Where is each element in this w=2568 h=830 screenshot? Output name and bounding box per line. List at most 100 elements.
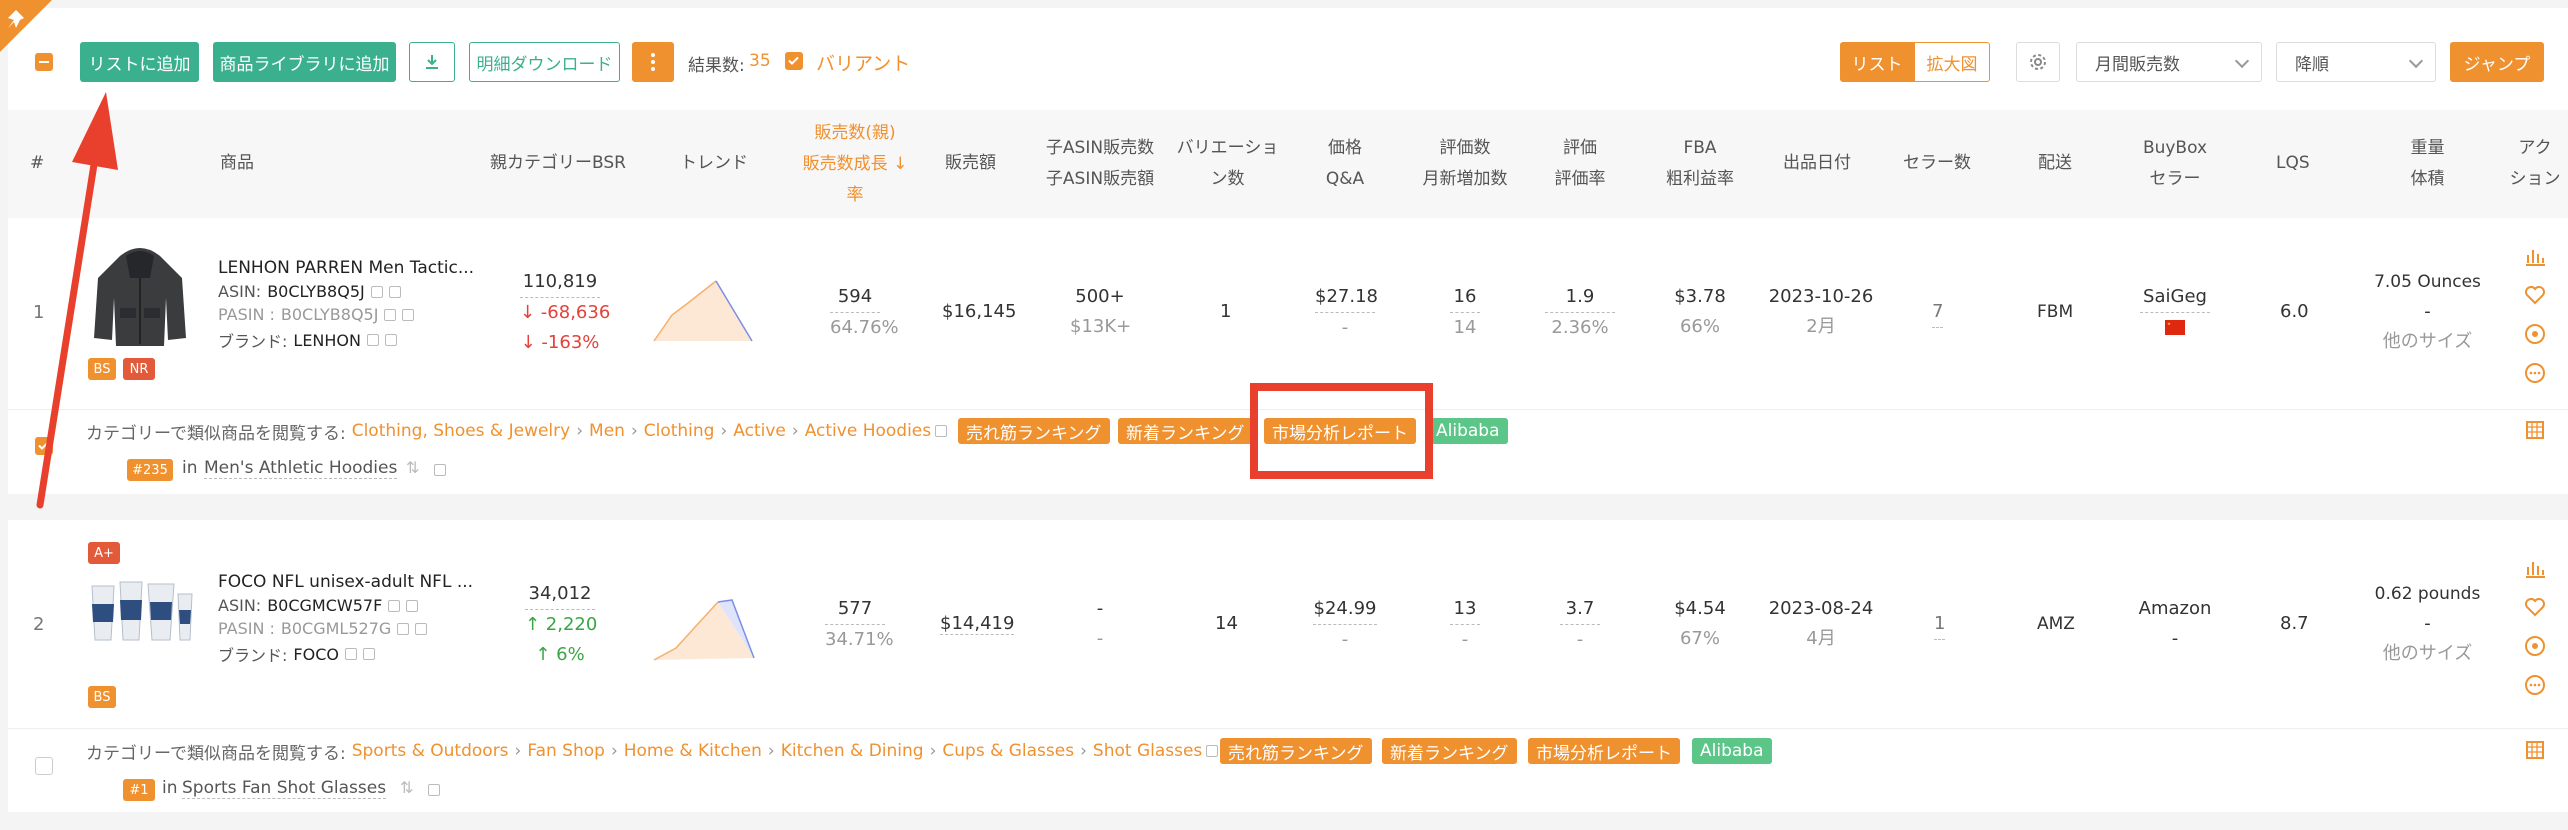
sort-toggle-icon[interactable]: ⇅ <box>406 458 419 477</box>
sort-field-select[interactable]: 月間販売数 <box>2076 42 2262 82</box>
row-checkbox[interactable] <box>35 757 53 775</box>
breadcrumb-link[interactable]: Clothing, Shoes & Jewelry <box>352 421 571 441</box>
breadcrumb-link[interactable]: Cups & Glasses <box>942 741 1074 761</box>
pasin-value[interactable]: B0CGML527G <box>281 619 391 638</box>
col-date[interactable]: 出品日付 <box>1783 148 1851 179</box>
download-button[interactable] <box>409 42 455 82</box>
copy-icon[interactable] <box>370 285 383 298</box>
breadcrumb-link[interactable]: Men <box>589 421 625 441</box>
breadcrumb-link[interactable]: Home & Kitchen <box>624 741 762 761</box>
col-lqs[interactable]: LQS <box>2276 148 2310 179</box>
col-price[interactable]: 価格 Q&A <box>1300 133 1390 195</box>
more-icon[interactable] <box>2524 362 2546 384</box>
select-all-checkbox[interactable] <box>35 53 53 71</box>
breadcrumb-link[interactable]: Clothing <box>644 421 715 441</box>
breadcrumb-link[interactable]: Kitchen & Dining <box>781 741 924 761</box>
alibaba-tag[interactable]: Alibaba <box>1692 738 1772 764</box>
asin-value[interactable]: B0CLYB8Q5J <box>267 282 365 301</box>
gear-icon <box>2030 54 2046 70</box>
share-icon[interactable] <box>2524 635 2546 657</box>
product-title[interactable]: FOCO NFL unisex-adult NFL ... <box>218 572 473 592</box>
breadcrumb-link[interactable]: Shot Glasses <box>1093 741 1202 761</box>
brand-value[interactable]: FOCO <box>293 645 339 664</box>
share-icon[interactable] <box>2524 323 2546 345</box>
col-variations[interactable]: バリエーショ ン数 <box>1170 133 1285 195</box>
external-link-icon[interactable] <box>406 599 419 612</box>
view-list-tab[interactable]: リスト <box>1840 42 1914 82</box>
col-bsr[interactable]: 親カテゴリーBSR <box>490 148 626 179</box>
col-sales[interactable]: 販売数(親) 販売数成長 ↓ 率 <box>790 118 920 211</box>
copy-icon[interactable] <box>367 334 379 346</box>
trend-chart[interactable] <box>652 275 754 345</box>
external-link-icon[interactable] <box>402 308 415 321</box>
more-icon[interactable] <box>2524 674 2546 696</box>
table-icon[interactable] <box>2524 419 2546 441</box>
variations-cell[interactable]: 1 <box>1220 297 1231 327</box>
table-icon[interactable] <box>2524 739 2546 761</box>
bestseller-ranking-tag[interactable]: 売れ筋ランキング <box>958 418 1110 444</box>
bsr-cell: 34,012 ↑ 2,220 ↑ 6% <box>525 579 597 670</box>
product-image[interactable] <box>86 574 194 644</box>
detail-download-button[interactable]: 明細ダウンロード <box>469 42 620 82</box>
col-rating[interactable]: 評価 評価率 <box>1540 133 1620 195</box>
row-checkbox[interactable] <box>35 437 53 455</box>
more-menu-button[interactable] <box>632 42 674 82</box>
breadcrumb-link[interactable]: Active Hoodies <box>805 421 931 441</box>
col-reviews[interactable]: 評価数 月新増加数 <box>1410 133 1520 195</box>
sellers-cell[interactable]: 1 <box>1934 609 1946 640</box>
col-weight[interactable]: 重量 体積 <box>2380 133 2475 195</box>
variations-cell[interactable]: 14 <box>1215 609 1238 639</box>
copy-icon[interactable] <box>384 308 397 321</box>
pin-icon[interactable] <box>0 0 52 52</box>
sort-toggle-icon[interactable]: ⇅ <box>400 778 413 797</box>
size-link[interactable]: 他のサイズ <box>2370 327 2485 357</box>
external-link-icon[interactable] <box>434 464 446 476</box>
copy-icon[interactable] <box>344 648 357 660</box>
brand-value[interactable]: LENHON <box>293 331 361 350</box>
add-to-library-button[interactable]: 商品ライブラリに追加 <box>213 42 396 82</box>
breadcrumb-link[interactable]: Active <box>733 421 786 441</box>
col-child[interactable]: 子ASIN販売数 子ASIN販売額 <box>1040 133 1160 195</box>
breadcrumb-link[interactable]: Sports & Outdoors <box>352 741 509 761</box>
market-report-tag[interactable]: 市場分析レポート <box>1528 738 1680 764</box>
bar-chart-icon[interactable] <box>2524 245 2546 267</box>
settings-button[interactable] <box>2016 42 2060 82</box>
bar-chart-icon[interactable] <box>2524 557 2546 579</box>
buybox-seller[interactable]: SaiGeg <box>2140 282 2210 313</box>
external-link-icon[interactable] <box>362 648 375 660</box>
external-link-icon[interactable] <box>388 285 401 298</box>
new-ranking-tag[interactable]: 新着ランキング <box>1118 418 1253 444</box>
col-fba[interactable]: FBA 粗利益率 <box>1650 133 1750 195</box>
heart-icon[interactable] <box>2524 284 2546 306</box>
heart-icon[interactable] <box>2524 596 2546 618</box>
col-revenue[interactable]: 販売額 <box>945 148 996 179</box>
buybox-seller[interactable]: Amazon <box>2135 594 2215 624</box>
external-link-icon[interactable] <box>935 425 948 437</box>
new-ranking-tag[interactable]: 新着ランキング <box>1382 738 1517 764</box>
copy-icon[interactable] <box>397 622 410 635</box>
asin-value[interactable]: B0CGMCW57F <box>267 596 382 615</box>
size-link[interactable]: 他のサイズ <box>2370 639 2485 669</box>
pasin-value[interactable]: B0CLYB8Q5J <box>281 305 379 324</box>
sort-order-select[interactable]: 降順 <box>2276 42 2436 82</box>
external-link-icon[interactable] <box>428 784 440 796</box>
add-to-list-button[interactable]: リストに追加 <box>80 42 199 82</box>
copy-icon[interactable] <box>388 599 401 612</box>
jump-button[interactable]: ジャンプ <box>2450 42 2544 82</box>
variant-checkbox[interactable] <box>785 52 803 70</box>
trend-chart[interactable] <box>652 588 756 663</box>
external-link-icon[interactable] <box>385 334 397 346</box>
alibaba-tag[interactable]: Alibaba <box>1428 418 1508 444</box>
product-image[interactable] <box>90 238 190 348</box>
external-link-icon[interactable] <box>1206 745 1219 757</box>
external-link-icon[interactable] <box>415 622 428 635</box>
view-large-tab[interactable]: 拡大図 <box>1914 42 1990 82</box>
rating-cell: 3.7 - <box>1560 594 1600 655</box>
rank-category-link[interactable]: Men's Athletic Hoodies <box>204 458 398 479</box>
breadcrumb-link[interactable]: Fan Shop <box>527 741 605 761</box>
bestseller-ranking-tag[interactable]: 売れ筋ランキング <box>1220 738 1372 764</box>
col-sellers[interactable]: セラー数 <box>1903 148 1971 179</box>
product-title[interactable]: LENHON PARREN Men Tactic... <box>218 258 474 278</box>
rank-category-link[interactable]: Sports Fan Shot Glasses <box>182 778 387 799</box>
sellers-cell[interactable]: 7 <box>1932 297 1944 328</box>
